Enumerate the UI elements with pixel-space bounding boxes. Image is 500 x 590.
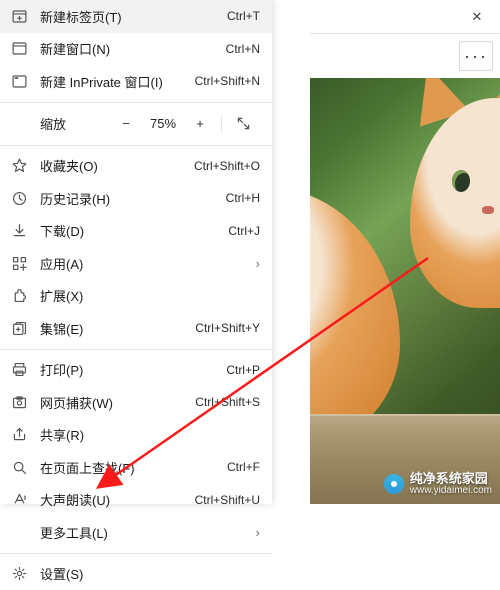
menu-label: 扩展(X) [40,286,260,305]
menu-label: 新建 InPrivate 窗口(I) [40,72,183,91]
watermark-url: www.yidaimei.com [410,485,492,496]
menu-label: 更多工具(L) [40,523,238,542]
plus-icon: + [196,116,204,131]
menu-item-extensions[interactable]: 扩展(X) [0,280,272,313]
read-aloud-icon [11,491,28,508]
menu-item-downloads[interactable]: 下载(D) Ctrl+J [0,215,272,248]
menu-label: 集锦(E) [40,319,183,338]
menu-label: 收藏夹(O) [40,156,182,175]
menu-label: 打印(P) [40,360,214,379]
menu-item-apps[interactable]: 应用(A) › [0,247,272,280]
more-icon: ··· [464,46,488,67]
zoom-value: 75% [143,116,183,131]
zoom-out-button[interactable]: − [109,109,143,139]
menu-item-web-capture[interactable]: 网页捕获(W) Ctrl+Shift+S [0,386,272,419]
menu-item-favorites[interactable]: 收藏夹(O) Ctrl+Shift+O [0,150,272,183]
extensions-icon [11,287,28,304]
minus-icon: − [122,116,130,131]
menu-item-new-window[interactable]: 新建窗口(N) Ctrl+N [0,33,272,66]
menu-shortcut: Ctrl+T [227,9,260,23]
menu-separator [0,553,272,554]
menu-label: 应用(A) [40,254,238,273]
menu-label: 新建标签页(T) [40,7,215,26]
inprivate-icon [11,73,28,90]
menu-shortcut: Ctrl+H [226,191,260,205]
menu-item-zoom: 缩放 − 75% + [0,107,272,141]
menu-shortcut: Ctrl+J [228,224,260,238]
apps-icon [11,255,28,272]
menu-shortcut: Ctrl+Shift+S [195,395,260,409]
menu-shortcut: Ctrl+Shift+O [194,159,260,173]
share-icon [11,426,28,443]
watermark-logo-icon [384,474,404,494]
menu-item-print[interactable]: 打印(P) Ctrl+P [0,354,272,387]
zoom-label: 缩放 [40,114,66,133]
menu-item-history[interactable]: 历史记录(H) Ctrl+H [0,182,272,215]
browser-window-partial: ✕ ··· [310,0,500,504]
new-window-icon [11,40,28,57]
fullscreen-button[interactable] [226,109,260,139]
find-icon [11,459,28,476]
menu-item-new-tab[interactable]: 新建标签页(T) Ctrl+T [0,0,272,33]
menu-shortcut: Ctrl+Shift+U [195,493,260,507]
close-icon: ✕ [472,9,483,25]
chevron-right-icon: › [256,256,260,271]
menu-separator [0,349,272,350]
menu-label: 在页面上查找(F) [40,458,215,477]
menu-item-find[interactable]: 在页面上查找(F) Ctrl+F [0,451,272,484]
menu-shortcut: Ctrl+Shift+N [195,74,260,88]
menu-item-more-tools[interactable]: 更多工具(L) › [0,516,272,549]
toolbar-more-button[interactable]: ··· [459,41,493,71]
history-icon [11,190,28,207]
toolbar-row: ··· [310,34,500,78]
chevron-right-icon: › [256,525,260,540]
menu-label: 大声朗读(U) [40,490,183,509]
menu-item-collections[interactable]: 集锦(E) Ctrl+Shift+Y [0,312,272,345]
fullscreen-icon [235,115,252,132]
menu-item-share[interactable]: 共享(R) [0,419,272,452]
favorites-icon [11,157,28,174]
menu-shortcut: Ctrl+F [227,460,260,474]
menu-item-new-inprivate[interactable]: 新建 InPrivate 窗口(I) Ctrl+Shift+N [0,65,272,98]
menu-label: 新建窗口(N) [40,39,214,58]
browser-main-menu: 新建标签页(T) Ctrl+T 新建窗口(N) Ctrl+N 新建 InPriv… [0,0,272,504]
menu-label: 网页捕获(W) [40,393,183,412]
menu-item-read-aloud[interactable]: 大声朗读(U) Ctrl+Shift+U [0,484,272,517]
window-titlebar: ✕ [310,0,500,34]
print-icon [11,361,28,378]
new-tab-icon [11,8,28,25]
menu-item-settings[interactable]: 设置(S) [0,558,272,590]
watermark: 纯净系统家园 www.yidaimei.com [384,472,492,496]
menu-label: 共享(R) [40,425,260,444]
window-close-button[interactable]: ✕ [454,0,500,34]
zoom-in-button[interactable]: + [183,109,217,139]
page-content-image [310,78,500,504]
downloads-icon [11,222,28,239]
menu-shortcut: Ctrl+Shift+Y [195,321,260,335]
web-capture-icon [11,394,28,411]
menu-separator [0,145,272,146]
divider [221,115,222,133]
menu-label: 设置(S) [40,564,260,583]
menu-shortcut: Ctrl+N [226,42,260,56]
menu-label: 下载(D) [40,221,216,240]
menu-separator [0,102,272,103]
menu-shortcut: Ctrl+P [226,363,260,377]
watermark-name: 纯净系统家园 [410,472,492,485]
menu-label: 历史记录(H) [40,189,214,208]
collections-icon [11,320,28,337]
settings-icon [11,565,28,582]
